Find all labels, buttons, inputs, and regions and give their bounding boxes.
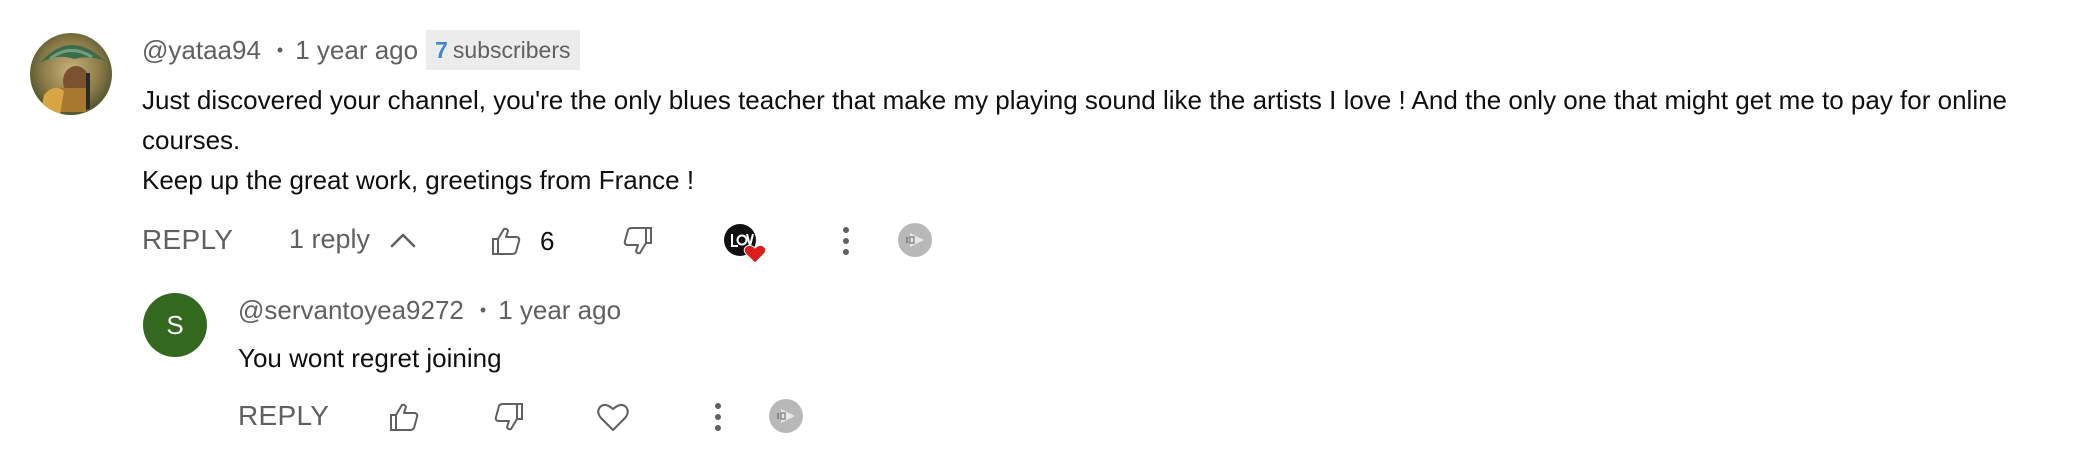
replies-toggle[interactable]: 1 reply	[289, 224, 416, 255]
thumbs-up-icon	[492, 227, 521, 255]
creator-heart[interactable]	[723, 223, 769, 265]
heart-outline-icon	[597, 403, 629, 431]
reply-dislike-button[interactable]	[493, 400, 525, 434]
reply-header: @servantoyea9272 • 1 year ago	[238, 290, 621, 330]
comment-text-line: Just discovered your channel, you're the…	[142, 85, 2008, 115]
more-vert-icon	[843, 227, 849, 255]
meta-separator: •	[276, 39, 284, 60]
reply-extension-button[interactable]	[768, 398, 804, 434]
replies-count-label: 1 reply	[289, 224, 371, 254]
author-avatar-image	[30, 33, 112, 115]
author-avatar[interactable]	[30, 33, 112, 115]
subscriber-label: subscribers	[452, 36, 571, 63]
subscriber-badge: 7 subscribers	[426, 30, 580, 70]
creator-heart-icon	[724, 224, 767, 264]
chevron-up-icon	[390, 232, 416, 248]
reply-body: You wont regret joining	[238, 343, 502, 373]
thumbs-down-icon	[494, 403, 523, 431]
extension-icon	[898, 223, 932, 257]
dislike-button[interactable]	[622, 224, 654, 258]
reply-timestamp[interactable]: 1 year ago	[498, 295, 621, 326]
meta-separator: •	[479, 299, 487, 320]
extension-button[interactable]	[897, 222, 933, 258]
comment-header: @yataa94 • 1 year ago 7 subscribers	[142, 30, 580, 70]
like-button[interactable]	[490, 224, 522, 258]
more-actions-button[interactable]	[834, 224, 858, 258]
comment-timestamp[interactable]: 1 year ago	[295, 35, 418, 66]
reply-button[interactable]: REPLY	[142, 224, 233, 256]
more-vert-icon	[715, 403, 721, 431]
reply-reply-button[interactable]: REPLY	[238, 400, 329, 432]
reply-like-button[interactable]	[388, 400, 420, 434]
subscriber-count: 7	[435, 36, 448, 63]
thumbs-down-icon	[623, 227, 652, 255]
reply-heart-button[interactable]	[596, 400, 630, 434]
reply-author-handle[interactable]: @servantoyea9272	[238, 295, 464, 326]
thumbs-up-icon	[390, 403, 419, 431]
like-count: 6	[540, 226, 555, 256]
reply-author-avatar[interactable]: S	[143, 293, 207, 357]
comment-body: Just discovered your channel, you're the…	[142, 80, 2042, 200]
comment-text-line: courses.	[142, 125, 241, 155]
extension-icon	[769, 399, 803, 433]
reply-more-actions-button[interactable]	[706, 400, 730, 434]
comment-text-line: Keep up the great work, greetings from F…	[142, 165, 695, 195]
author-handle[interactable]: @yataa94	[142, 35, 261, 66]
avatar-letter: S	[166, 309, 184, 340]
